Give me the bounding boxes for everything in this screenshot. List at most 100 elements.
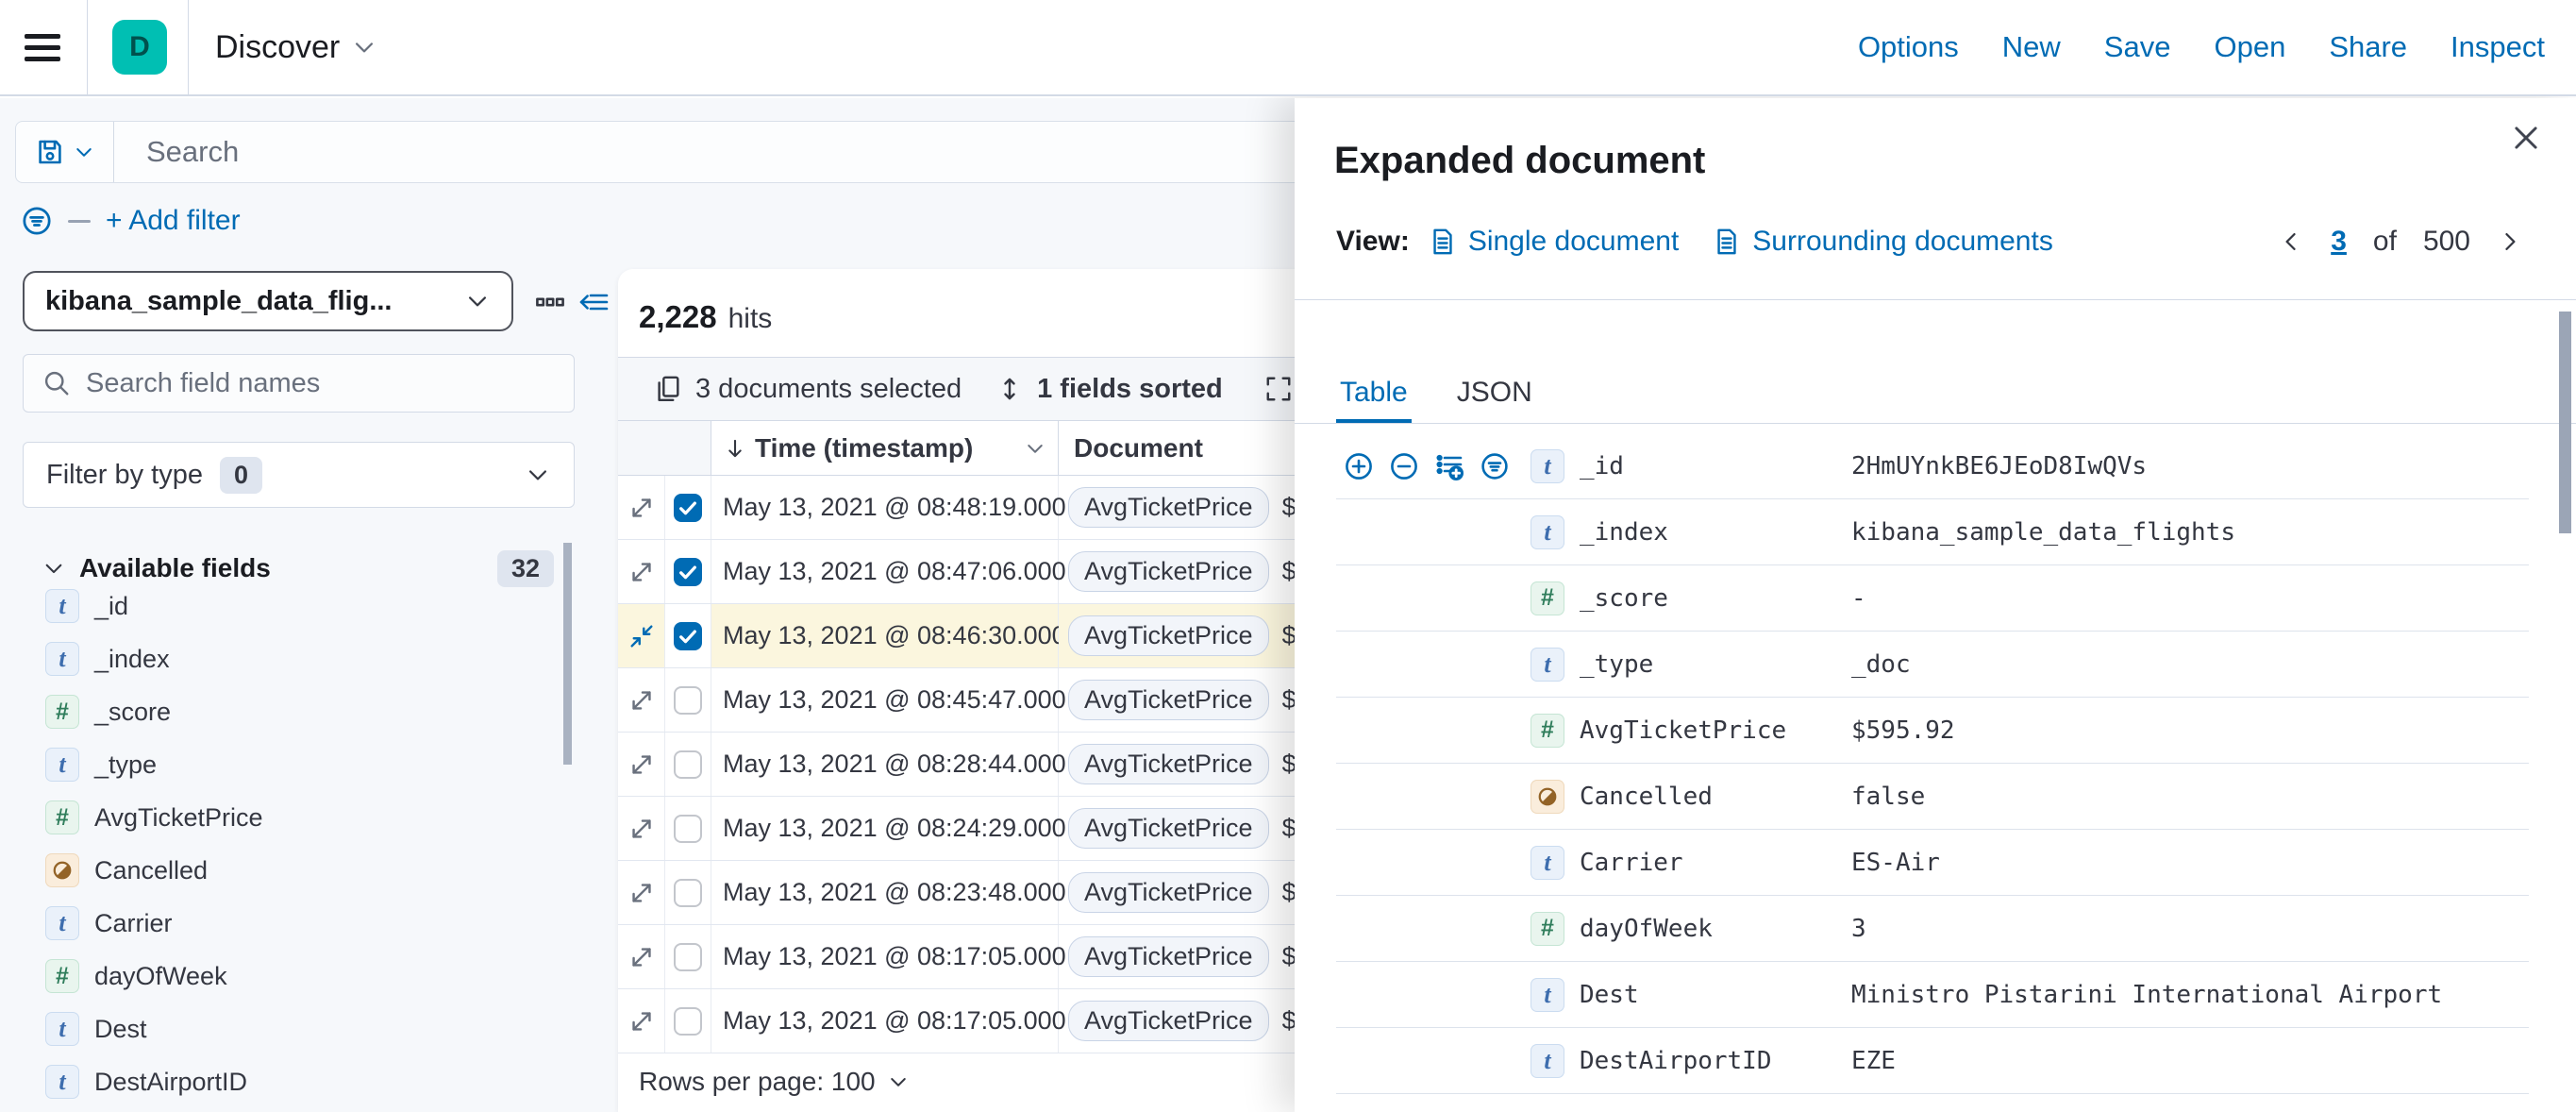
- view-link-1[interactable]: Surrounding documents: [1752, 226, 2053, 258]
- string-token-icon: t: [45, 1065, 79, 1099]
- index-pattern-label: kibana_sample_data_flig...: [45, 286, 464, 317]
- flyout-scrollbar[interactable]: [2559, 312, 2571, 533]
- boolean-token-icon: [45, 853, 79, 887]
- chevron-down-icon: [351, 34, 377, 60]
- space-avatar[interactable]: D: [112, 20, 167, 75]
- expand-row-icon[interactable]: [627, 879, 656, 907]
- sidebar-scrollbar[interactable]: [563, 543, 572, 765]
- field-badge: AvgTicketPrice: [1068, 744, 1269, 784]
- chevron-down-icon[interactable]: [42, 556, 66, 581]
- tab-json[interactable]: JSON: [1453, 366, 1536, 423]
- previous-document-icon[interactable]: [2278, 228, 2304, 255]
- pager-current[interactable]: 3: [2331, 226, 2347, 258]
- number-token-icon: #: [1531, 912, 1564, 946]
- time-cell-value: May 13, 2021 @ 08:28:44.000: [723, 750, 1066, 779]
- field-badge: AvgTicketPrice: [1068, 1001, 1269, 1041]
- time-column-header[interactable]: Time (timestamp): [711, 421, 1059, 475]
- field-item-Carrier[interactable]: tCarrier: [15, 897, 554, 950]
- collapse-row-icon[interactable]: [627, 622, 656, 650]
- pager-total: 500: [2423, 226, 2470, 258]
- row-checkbox[interactable]: [674, 750, 702, 779]
- expand-row-icon[interactable]: [627, 686, 656, 715]
- menu-item-options[interactable]: Options: [1858, 30, 1959, 64]
- save-icon: [35, 137, 65, 167]
- row-checkbox[interactable]: [674, 622, 702, 650]
- time-cell-value: May 13, 2021 @ 08:47:06.000: [723, 557, 1066, 586]
- doc-field-name: AvgTicketPrice: [1580, 716, 1851, 745]
- next-document-icon[interactable]: [2497, 228, 2523, 255]
- fields-sorted-button[interactable]: 1 fields sorted: [1037, 374, 1223, 405]
- doc-field-name: Dest: [1580, 981, 1851, 1009]
- expand-row-icon[interactable]: [627, 558, 656, 586]
- field-badge: AvgTicketPrice: [1068, 808, 1269, 849]
- menu-item-open[interactable]: Open: [2214, 30, 2285, 64]
- add-filter-button[interactable]: + Add filter: [106, 205, 241, 237]
- filter-by-type-count-badge: 0: [220, 457, 262, 494]
- chevron-down-icon: [73, 141, 95, 163]
- field-item-DestAirportID[interactable]: tDestAirportID: [15, 1055, 554, 1108]
- row-checkbox[interactable]: [674, 943, 702, 971]
- field-item-_index[interactable]: t_index: [15, 632, 554, 685]
- index-pattern-selector[interactable]: kibana_sample_data_flig...: [23, 271, 513, 331]
- boxes-horizontal-icon[interactable]: [535, 287, 565, 317]
- filter-for-value-icon[interactable]: [1344, 451, 1374, 481]
- expand-row-icon[interactable]: [627, 750, 656, 779]
- filter-for-field-present-icon[interactable]: [1480, 451, 1510, 481]
- expand-row-icon[interactable]: [627, 943, 656, 971]
- expand-row-icon[interactable]: [627, 494, 656, 522]
- menu-item-new[interactable]: New: [2002, 30, 2061, 64]
- doc-field-row: #AvgTicketPrice$595.92: [1336, 698, 2529, 764]
- doc-field-row: tDestAirportIDEZE: [1336, 1028, 2529, 1094]
- doc-field-value: EZE: [1851, 1047, 2529, 1075]
- number-token-icon: #: [45, 800, 79, 834]
- menu-icon[interactable]: [25, 27, 66, 68]
- row-checkbox[interactable]: [674, 494, 702, 522]
- field-badge: AvgTicketPrice: [1068, 680, 1269, 720]
- filter-divider: [68, 220, 91, 223]
- row-checkbox[interactable]: [674, 1007, 702, 1036]
- field-name: AvgTicketPrice: [94, 803, 263, 833]
- field-item-_id[interactable]: t_id: [15, 580, 554, 632]
- menu-item-save[interactable]: Save: [2104, 30, 2171, 64]
- app-header: D Discover Options New Save Open Share Inspec…: [0, 0, 2576, 96]
- saved-query-menu[interactable]: [16, 122, 114, 182]
- document-icon: [1429, 227, 1457, 256]
- expand-row-icon[interactable]: [627, 1007, 656, 1036]
- view-link-0[interactable]: Single document: [1468, 226, 1679, 258]
- doc-field-name: Carrier: [1580, 849, 1851, 877]
- filters-icon[interactable]: [21, 205, 53, 237]
- doc-field-name: _id: [1580, 452, 1851, 480]
- rows-per-page-button[interactable]: Rows per page: 100: [639, 1067, 876, 1097]
- menu-item-share[interactable]: Share: [2329, 30, 2407, 64]
- field-item-AvgTicketPrice[interactable]: # AvgTicketPrice: [15, 791, 554, 844]
- close-icon[interactable]: [2508, 121, 2544, 157]
- collapse-sidebar-icon[interactable]: [578, 287, 609, 317]
- documents-selected-icon: [654, 375, 682, 403]
- string-token-icon: t: [45, 906, 79, 940]
- row-checkbox[interactable]: [674, 879, 702, 907]
- menu-item-inspect[interactable]: Inspect: [2451, 30, 2545, 64]
- expand-row-icon[interactable]: [627, 815, 656, 843]
- doc-field-row: t_indexkibana_sample_data_flights: [1336, 499, 2529, 565]
- toggle-column-icon[interactable]: [1434, 451, 1464, 481]
- field-item-Dest[interactable]: tDest: [15, 1002, 554, 1055]
- field-item-Cancelled[interactable]: Cancelled: [15, 844, 554, 897]
- row-checkbox[interactable]: [674, 686, 702, 715]
- tab-table[interactable]: Table: [1336, 366, 1412, 423]
- time-cell-value: May 13, 2021 @ 08:48:19.000: [723, 493, 1066, 522]
- field-item-_type[interactable]: t_type: [15, 738, 554, 791]
- field-item-dayOfWeek[interactable]: #dayOfWeek: [15, 950, 554, 1002]
- hits-label: hits: [728, 303, 773, 335]
- filter-out-value-icon[interactable]: [1389, 451, 1419, 481]
- field-badge: AvgTicketPrice: [1068, 872, 1269, 913]
- string-token-icon: t: [1531, 449, 1564, 483]
- field-search-input[interactable]: [86, 368, 574, 399]
- fullscreen-icon[interactable]: [1264, 375, 1293, 403]
- row-checkbox[interactable]: [674, 558, 702, 586]
- chevron-down-icon[interactable]: [1024, 437, 1046, 460]
- breadcrumb-discover[interactable]: Discover: [215, 29, 377, 66]
- row-checkbox[interactable]: [674, 815, 702, 843]
- field-item-_score[interactable]: #_score: [15, 685, 554, 738]
- documents-selected-button[interactable]: 3 documents selected: [695, 374, 962, 405]
- filter-by-type-selector[interactable]: Filter by type 0: [23, 442, 575, 508]
